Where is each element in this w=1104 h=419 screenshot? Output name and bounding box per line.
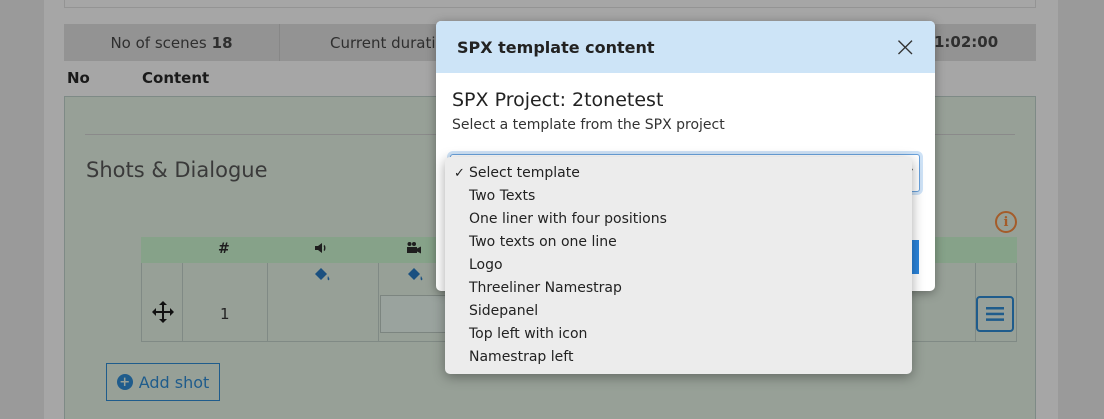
dropdown-option[interactable]: ✓ Select template: [445, 162, 912, 185]
dropdown-option[interactable]: Logo: [445, 254, 912, 277]
duration-value: 1:02:00: [934, 33, 999, 51]
section-title: Shots & Dialogue: [86, 158, 268, 182]
dropdown-option[interactable]: Sidepanel: [445, 300, 912, 323]
duration-label: Current duratio: [330, 33, 445, 52]
dropdown-option[interactable]: Namestrap left: [445, 346, 912, 369]
dropdown-option[interactable]: Two texts on one line: [445, 231, 912, 254]
modal-title: SPX template content: [457, 37, 655, 57]
add-shot-label: Add shot: [138, 372, 210, 392]
shot-number: 1: [220, 305, 230, 323]
checkmark-icon: ✓: [454, 166, 465, 181]
top-card: [64, 0, 1036, 8]
move-icon[interactable]: [152, 301, 174, 329]
scene-count-label: No of scenes: [110, 33, 207, 52]
paint-bucket-icon[interactable]: [406, 267, 424, 287]
info-icon[interactable]: i: [995, 211, 1017, 233]
menu-icon: [986, 302, 1004, 326]
scene-count: No of scenes 18: [64, 24, 280, 61]
speaker-icon: [314, 241, 328, 259]
project-subtitle: Select a template from the SPX project: [452, 117, 725, 133]
close-icon[interactable]: ×: [894, 33, 917, 61]
camera-icon: [406, 241, 422, 259]
scene-count-value: 18: [211, 33, 233, 52]
dropdown-option[interactable]: One liner with four positions: [445, 208, 912, 231]
column-no: No: [67, 69, 90, 87]
plus-circle-icon: +: [116, 374, 133, 390]
dropdown-option[interactable]: Two Texts: [445, 185, 912, 208]
project-title: SPX Project: 2tonetest: [452, 89, 664, 111]
modal-body: SPX Project: 2tonetest Select a template…: [436, 73, 935, 133]
shot-menu-button[interactable]: [976, 296, 1014, 332]
modal-header: SPX template content ×: [436, 21, 935, 73]
dropdown-option[interactable]: Threeliner Namestrap: [445, 277, 912, 300]
column-content: Content: [142, 69, 210, 87]
header-number: #: [218, 241, 230, 257]
paint-bucket-icon[interactable]: [313, 267, 331, 287]
dropdown-option[interactable]: Top left with icon: [445, 323, 912, 346]
template-dropdown-list: ✓ Select template Two Texts One liner wi…: [445, 157, 912, 374]
add-shot-button[interactable]: + Add shot: [106, 363, 220, 401]
